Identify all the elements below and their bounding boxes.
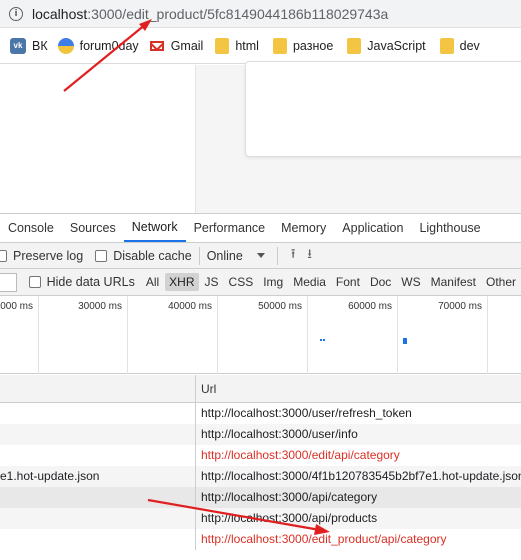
timeline-gridline bbox=[217, 296, 218, 374]
import-har-icon[interactable]: ⭱ bbox=[291, 245, 296, 267]
tab-sources[interactable]: Sources bbox=[62, 214, 124, 242]
column-divider[interactable] bbox=[195, 375, 196, 402]
request-name: e1.hot-update.json bbox=[0, 469, 100, 483]
tab-application[interactable]: Application bbox=[334, 214, 411, 242]
toolbar-separator bbox=[198, 246, 200, 265]
network-overview[interactable]: 0000 ms 30000 ms 40000 ms 50000 ms 60000… bbox=[0, 296, 521, 374]
requests-table-header: Url bbox=[0, 375, 521, 403]
folder-icon bbox=[215, 37, 230, 54]
timeline-gridline bbox=[38, 296, 39, 374]
export-har-icon[interactable]: ⭳ bbox=[307, 245, 312, 267]
column-divider bbox=[195, 424, 196, 445]
filter-ws[interactable]: WS bbox=[397, 273, 424, 291]
timeline-tick-label: 0000 ms bbox=[0, 301, 33, 312]
tab-network[interactable]: Network bbox=[123, 214, 186, 242]
checkbox-box bbox=[28, 276, 41, 288]
filter-css[interactable]: CSS bbox=[225, 273, 258, 291]
filter-js[interactable]: JS bbox=[201, 273, 223, 291]
checkbox-box bbox=[0, 249, 7, 262]
chevron-down-icon bbox=[256, 253, 265, 258]
checkbox-box bbox=[95, 249, 108, 262]
request-url: http://localhost:3000/user/refresh_token bbox=[201, 406, 412, 420]
gmail-icon bbox=[148, 37, 165, 54]
tab-lighthouse[interactable]: Lighthouse bbox=[411, 214, 488, 242]
request-url: http://localhost:3000/edit/api/category bbox=[201, 448, 400, 462]
bookmarks-bar: vk ВК forum0day Gmail html разное JavaScr… bbox=[0, 28, 521, 64]
timeline-request-mark bbox=[320, 339, 322, 341]
table-row[interactable]: http://localhost:3000/edit_product/api/c… bbox=[0, 529, 521, 550]
filter-doc[interactable]: Doc bbox=[366, 273, 395, 291]
filter-input[interactable] bbox=[0, 272, 17, 292]
bookmark-folder-javascript[interactable]: JavaScript bbox=[347, 37, 426, 54]
request-url: http://localhost:3000/4f1b120783545b2bf7… bbox=[201, 469, 521, 483]
tab-console[interactable]: Console bbox=[0, 214, 62, 242]
filter-manifest[interactable]: Manifest bbox=[427, 273, 480, 291]
request-url: http://localhost:3000/user/info bbox=[201, 427, 358, 441]
address-bar[interactable]: i localhost:3000/edit_product/5fc8149044… bbox=[0, 0, 521, 28]
request-url: http://localhost:3000/api/products bbox=[201, 511, 378, 525]
timeline-request-mark bbox=[323, 339, 325, 341]
disable-cache-checkbox[interactable]: Disable cache bbox=[95, 249, 192, 263]
tab-memory[interactable]: Memory bbox=[273, 214, 334, 242]
column-divider bbox=[195, 445, 196, 466]
timeline-request-mark bbox=[403, 338, 407, 344]
timeline-tick-label: 70000 ms bbox=[438, 301, 482, 312]
requests-table: http://localhost:3000/user/refresh_token… bbox=[0, 403, 521, 560]
timeline-gridline bbox=[487, 296, 488, 374]
table-row[interactable]: e1.hot-update.json http://localhost:3000… bbox=[0, 466, 521, 487]
filter-xhr[interactable]: XHR bbox=[165, 273, 199, 291]
column-divider bbox=[195, 487, 196, 508]
column-divider bbox=[195, 529, 196, 550]
vk-icon: vk bbox=[10, 37, 26, 54]
timeline-tick-label: 30000 ms bbox=[78, 301, 122, 312]
timeline-gridline bbox=[127, 296, 128, 374]
bookmark-gmail[interactable]: Gmail bbox=[148, 37, 203, 54]
info-icon[interactable]: i bbox=[9, 6, 23, 21]
table-row[interactable]: http://localhost:3000/api/products bbox=[0, 508, 521, 529]
column-divider bbox=[195, 466, 196, 487]
hide-data-urls-checkbox[interactable]: Hide data URLs bbox=[28, 275, 135, 289]
filter-img[interactable]: Img bbox=[259, 273, 287, 291]
timeline-tick-label: 40000 ms bbox=[168, 301, 212, 312]
tab-performance[interactable]: Performance bbox=[186, 214, 274, 242]
page-viewport bbox=[0, 61, 521, 213]
timeline-tick-label: 50000 ms bbox=[258, 301, 302, 312]
timeline-tick-label: 60000 ms bbox=[348, 301, 392, 312]
table-row[interactable]: http://localhost:3000/edit/api/category bbox=[0, 445, 521, 466]
globe-icon bbox=[57, 37, 74, 54]
filter-media[interactable]: Media bbox=[289, 273, 330, 291]
filter-font[interactable]: Font bbox=[332, 273, 364, 291]
url-text[interactable]: localhost:3000/edit_product/5fc814904418… bbox=[32, 6, 388, 22]
page-card bbox=[245, 61, 521, 157]
table-row[interactable]: http://localhost:3000/api/category bbox=[0, 487, 521, 508]
toolbar-separator bbox=[276, 246, 278, 265]
devtools-tabs: Console Sources Network Performance Memo… bbox=[0, 213, 521, 243]
url-column-header[interactable]: Url bbox=[201, 382, 216, 396]
bookmark-folder-html[interactable]: html bbox=[215, 37, 259, 54]
timeline-gridline bbox=[397, 296, 398, 374]
preserve-log-checkbox[interactable]: Preserve log bbox=[0, 249, 83, 263]
request-url: http://localhost:3000/api/category bbox=[201, 490, 378, 504]
table-row[interactable]: http://localhost:3000/user/refresh_token bbox=[0, 403, 521, 424]
throttling-select[interactable]: Online bbox=[207, 249, 265, 263]
folder-icon bbox=[272, 37, 287, 54]
bookmark-folder-dev[interactable]: dev bbox=[439, 37, 480, 54]
folder-icon bbox=[347, 37, 362, 54]
bookmark-forum0day[interactable]: forum0day bbox=[57, 37, 139, 54]
column-divider bbox=[195, 508, 196, 529]
filter-bar: Hide data URLs All XHR JS CSS Img Media … bbox=[0, 269, 521, 296]
network-toolbar: Preserve log Disable cache Online ⭱ ⭳ bbox=[0, 243, 521, 269]
filter-all[interactable]: All bbox=[142, 273, 163, 291]
column-divider bbox=[195, 403, 196, 424]
bookmark-vk[interactable]: vk ВК bbox=[10, 37, 48, 54]
table-row[interactable]: http://localhost:3000/user/info bbox=[0, 424, 521, 445]
request-url: http://localhost:3000/edit_product/api/c… bbox=[201, 532, 447, 546]
filter-other[interactable]: Other bbox=[482, 273, 520, 291]
folder-icon bbox=[439, 37, 454, 54]
timeline-gridline bbox=[307, 296, 308, 374]
bookmark-folder-misc[interactable]: разное bbox=[272, 37, 333, 54]
